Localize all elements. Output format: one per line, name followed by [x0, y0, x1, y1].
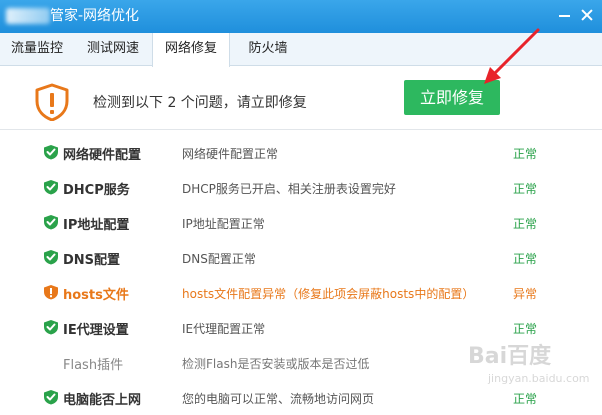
item-name: hosts文件 — [63, 288, 129, 303]
item-description: IE代理配置正常 — [182, 322, 266, 336]
watermark-url: jingyan.baidu.com — [488, 372, 590, 385]
tab-firewall[interactable]: 防火墙 — [230, 33, 306, 66]
warning-shield-icon — [44, 285, 58, 300]
item-description: 您的电脑可以正常、流畅地访问网页 — [182, 392, 375, 406]
check-shield-icon — [44, 215, 58, 230]
check-shield-icon — [44, 145, 58, 160]
alert-message: 检测到以下 2 个问题，请立即修复 — [93, 95, 307, 111]
item-description: DHCP服务已开启、相关注册表设置完好 — [182, 182, 396, 196]
check-shield-icon — [44, 320, 58, 335]
item-description: 网络硬件配置正常 — [182, 147, 279, 161]
status-badge: 异常 — [513, 287, 538, 301]
item-description: hosts文件配置异常（修复此项会屏蔽hosts中的配置） — [182, 287, 475, 301]
status-badge: 正常 — [513, 252, 538, 266]
tab-speed-test[interactable]: 测试网速 — [74, 33, 152, 66]
warning-shield-icon — [35, 83, 69, 121]
check-shield-icon — [44, 180, 58, 195]
item-description: DNS配置正常 — [182, 252, 256, 266]
item-name: Flash插件 — [63, 358, 124, 373]
tab-network-repair[interactable]: 网络修复 — [152, 33, 230, 67]
item-name: 网络硬件配置 — [63, 148, 142, 163]
window-title: 管家-网络优化 — [50, 8, 140, 24]
item-name: IE代理设置 — [63, 323, 129, 338]
item-name: 电脑能否上网 — [63, 393, 142, 408]
item-name: IP地址配置 — [63, 218, 130, 233]
blurred-app-name — [6, 8, 50, 24]
status-badge: 正常 — [513, 147, 538, 161]
list-item: 网络硬件配置 网络硬件配置正常 正常 — [0, 135, 602, 170]
status-badge: 正常 — [513, 322, 538, 336]
fix-now-button[interactable]: 立即修复 — [404, 80, 500, 115]
watermark: Bai百度 jingyan.baidu.com — [468, 338, 596, 398]
status-badge: 正常 — [513, 217, 538, 231]
list-item: hosts文件 hosts文件配置异常（修复此项会屏蔽hosts中的配置） 异常 — [0, 275, 602, 310]
close-icon[interactable] — [580, 8, 594, 22]
title-bar: 管家-网络优化 — [0, 0, 602, 33]
status-badge: 正常 — [513, 182, 538, 196]
list-item: DNS配置 DNS配置正常 正常 — [0, 240, 602, 275]
item-name: DNS配置 — [63, 253, 121, 268]
minimize-icon[interactable] — [558, 8, 572, 22]
item-description: IP地址配置正常 — [182, 217, 265, 231]
tab-traffic-monitor[interactable]: 流量监控 — [0, 33, 74, 66]
list-item: DHCP服务 DHCP服务已开启、相关注册表设置完好 正常 — [0, 170, 602, 205]
item-description: 检测Flash是否安装或版本是否过低 — [182, 357, 370, 371]
list-item: IP地址配置 IP地址配置正常 正常 — [0, 205, 602, 240]
alert-banner: 检测到以下 2 个问题，请立即修复 — [0, 66, 602, 130]
tab-bar: 流量监控 测试网速 网络修复 防火墙 — [0, 33, 602, 67]
check-shield-icon — [44, 390, 58, 405]
item-name: DHCP服务 — [63, 183, 130, 198]
check-shield-icon — [44, 250, 58, 265]
watermark-logo: Bai百度 — [468, 344, 552, 369]
